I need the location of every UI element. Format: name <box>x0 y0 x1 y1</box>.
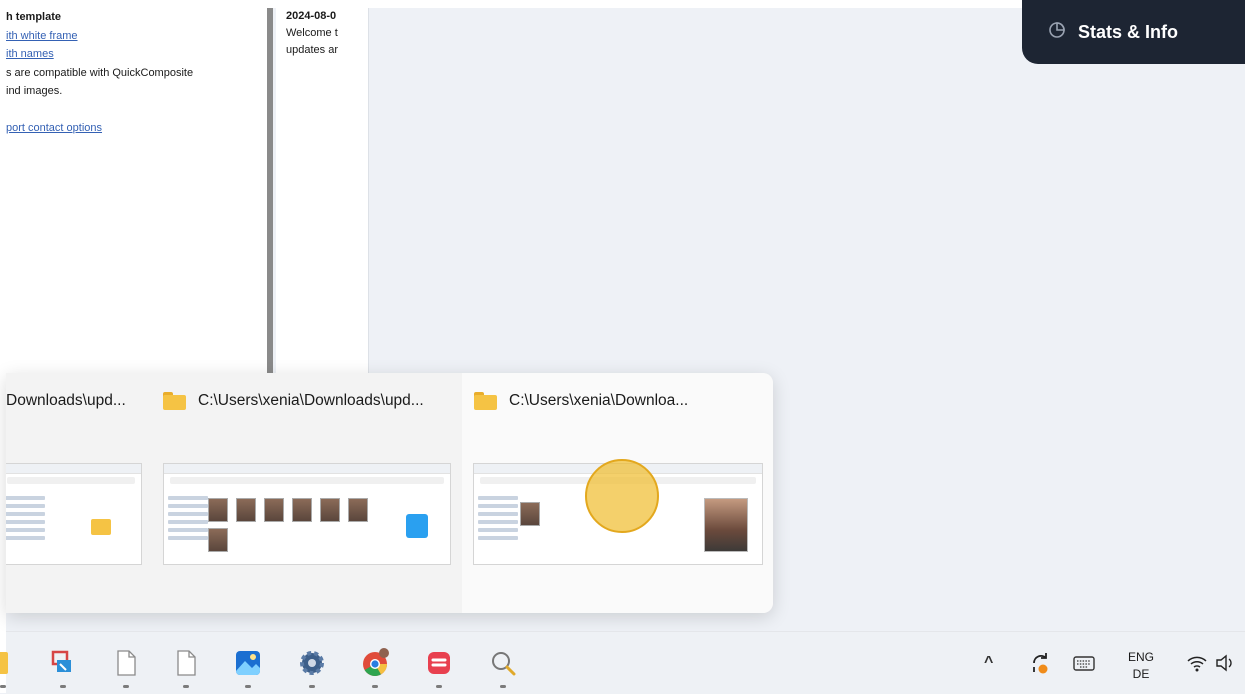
doc-text-images: ind images. <box>6 85 63 97</box>
window-thumbnail-2 <box>163 463 451 565</box>
folder-icon <box>163 392 186 410</box>
sync-icon[interactable] <box>1026 648 1056 678</box>
link-names[interactable]: ith names <box>6 45 267 64</box>
window-preview-2[interactable]: C:\Users\xenia\Downloads\upd... <box>154 373 462 613</box>
cursor-highlight <box>585 459 659 533</box>
volume-icon[interactable] <box>1209 648 1239 678</box>
stats-info-label: Stats & Info <box>1078 21 1179 42</box>
stats-info-button[interactable]: Stats & Info <box>1022 0 1245 64</box>
document-panel-middle: 2024-08-0 Welcome t updates ar <box>276 8 369 398</box>
document-icon[interactable] <box>111 648 141 688</box>
document-panel-left: h template ith white frame ith names s a… <box>6 8 267 398</box>
search-magnifier-icon[interactable] <box>488 648 518 688</box>
doc-heading: h template <box>6 11 62 23</box>
window-title-2: C:\Users\xenia\Downloads\upd... <box>163 392 424 410</box>
settings-icon[interactable] <box>297 648 327 688</box>
window-thumbnail-1 <box>6 463 142 565</box>
app-icon[interactable] <box>424 648 454 688</box>
chevron-up-icon: ^ <box>984 654 994 671</box>
window-title-1: Downloads\upd... <box>6 392 126 410</box>
input-language-indicator[interactable]: ENG DE <box>1118 649 1164 683</box>
news-line-2: updates ar <box>286 44 338 56</box>
lang-bottom: DE <box>1132 667 1150 681</box>
window-title-2-text: C:\Users\xenia\Downloads\upd... <box>198 392 424 409</box>
news-date: 2024-08-0 <box>286 10 337 22</box>
link-white-frame[interactable]: ith white frame <box>6 27 267 46</box>
folder-icon <box>91 519 111 535</box>
pie-chart-icon <box>1048 21 1066 44</box>
chrome-icon[interactable] <box>360 648 390 688</box>
keyboard-icon[interactable] <box>1069 648 1099 678</box>
wifi-icon[interactable] <box>1182 648 1212 678</box>
window-title-3-text: C:\Users\xenia\Downloa... <box>509 392 689 409</box>
link-support-contact[interactable]: port contact options <box>6 119 267 138</box>
file-explorer-icon[interactable] <box>0 648 8 688</box>
window-preview-1[interactable]: Downloads\upd... <box>6 373 154 613</box>
photos-icon[interactable] <box>233 648 263 688</box>
window-title-1-text: Downloads\upd... <box>6 392 126 409</box>
lang-top: ENG <box>1127 650 1154 664</box>
window-title-3: C:\Users\xenia\Downloa... <box>474 392 688 410</box>
folder-icon <box>474 392 497 410</box>
panel-divider[interactable] <box>267 8 273 373</box>
document-icon[interactable] <box>171 648 201 688</box>
doc-text-compatible: s are compatible with QuickComposite <box>6 66 194 79</box>
show-hidden-icons-button[interactable]: ^ <box>984 632 993 694</box>
doc-gap <box>6 101 267 119</box>
news-line-1: Welcome t <box>286 27 338 39</box>
snipping-tool-icon[interactable] <box>48 648 78 688</box>
taskbar: ^ ENG DE <box>0 631 1245 694</box>
